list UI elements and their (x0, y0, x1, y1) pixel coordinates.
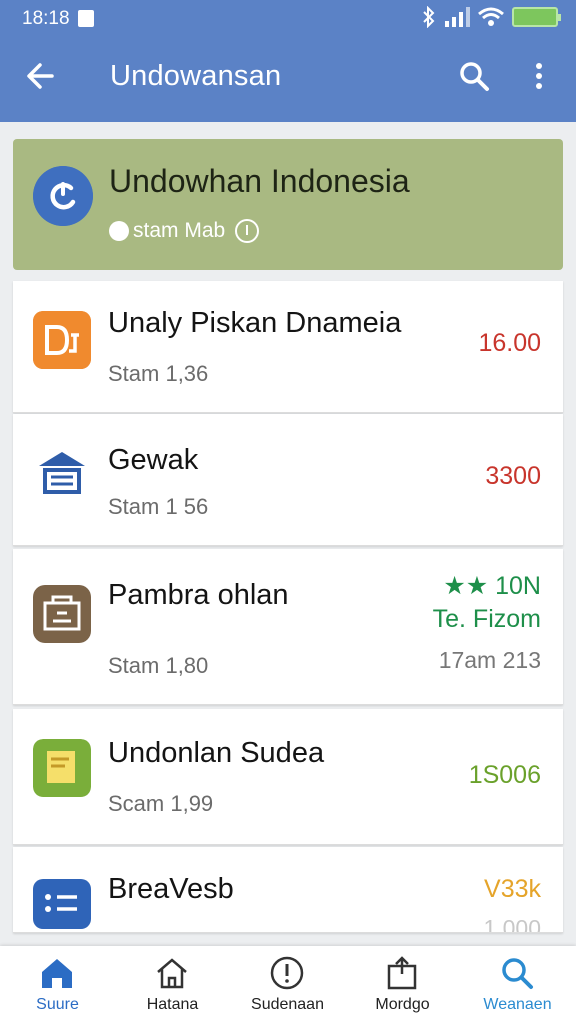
nav-label: Hatana (146, 996, 199, 1013)
document-icon (33, 739, 91, 797)
item-date: 17am 213 (438, 647, 541, 673)
status-icons (422, 6, 561, 28)
item-name: Undonlan Sudea (108, 737, 325, 769)
item-amount: 3300 (485, 462, 541, 490)
item-subtitle: Stam 1,80 (108, 653, 209, 678)
status-dot-icon (109, 221, 129, 241)
list-icon (33, 879, 91, 929)
search-icon (502, 958, 533, 989)
wifi-icon (478, 7, 504, 26)
item-amount-secondary: Te. Fizom (432, 605, 541, 633)
status-bar: 18:18 (0, 0, 576, 38)
nav-label: Sudenaan (251, 996, 324, 1013)
item-subtitle: Scam 1,99 (108, 791, 214, 816)
shop-icon (33, 585, 91, 643)
item-name: BreaVesb (108, 873, 234, 905)
list-item[interactable]: Undonlan Sudea Scam 1,99 1S006 (13, 709, 563, 845)
nav-item-sudenaan[interactable]: Sudenaan (230, 946, 345, 1024)
top-app-bar: 18:18 Undowansan (0, 0, 576, 122)
home-icon (42, 959, 72, 988)
nav-item-home[interactable]: Suure (0, 946, 115, 1024)
nav-label: Suure (36, 996, 79, 1013)
brand-logo-icon (33, 166, 93, 226)
house-outline-icon (157, 958, 187, 989)
page-title: Undowansan (110, 60, 282, 92)
item-name: Gewak (108, 444, 199, 476)
item-amount: V33k (484, 875, 541, 903)
item-date: 1,000 (483, 915, 541, 933)
item-amount: 1S006 (468, 761, 541, 789)
bottom-navigation: Suure Hatana Sudenaan Mordgo Weanaen (0, 946, 576, 1024)
list-item[interactable]: Gewak Stam 1 56 3300 (13, 414, 563, 546)
account-subtitle-row: stam Mab (109, 219, 260, 243)
item-amount: 16.00 (478, 329, 541, 357)
item-subtitle: Stam 1,36 (108, 361, 209, 386)
app-bar: Undowansan (0, 48, 576, 108)
bluetooth-icon (423, 6, 435, 28)
list-item[interactable]: Unaly Piskan Dnameia Stam 1,36 16.00 (13, 281, 563, 413)
nav-item-mordgo[interactable]: Mordgo (345, 946, 460, 1024)
account-name: Undowhan Indonesia (109, 163, 410, 199)
nav-item-hatana[interactable]: Hatana (115, 946, 230, 1024)
account-subtitle: stam Mab (133, 219, 226, 242)
sim-icon (78, 10, 94, 27)
back-arrow-icon[interactable] (22, 56, 62, 96)
status-time: 18:18 (22, 8, 70, 29)
info-icon[interactable] (235, 219, 260, 243)
more-vert-icon[interactable] (524, 56, 554, 96)
search-icon[interactable] (454, 56, 494, 96)
list-item[interactable]: BreaVesb V33k 1,000 (13, 847, 563, 933)
box-icon (387, 956, 417, 990)
list-item[interactable]: Pambra ohlan Stam 1,80 ★★ 10N Te. Fizom … (13, 549, 563, 705)
nav-label: Weanaen (483, 996, 552, 1013)
orange-app-icon (33, 311, 91, 369)
account-header-card[interactable]: Undowhan Indonesia stam Mab (13, 139, 563, 270)
item-name: Pambra ohlan (108, 579, 289, 611)
item-subtitle: Stam 1 56 (108, 494, 209, 519)
bank-icon (39, 452, 85, 494)
nav-label: Mordgo (375, 996, 430, 1013)
alert-icon (270, 956, 304, 990)
item-name: Unaly Piskan Dnameia (108, 307, 402, 339)
signal-icon (445, 7, 470, 27)
nav-item-weanaen[interactable]: Weanaen (460, 946, 575, 1024)
item-amount: ★★ 10N (443, 572, 541, 600)
battery-icon (512, 7, 561, 27)
